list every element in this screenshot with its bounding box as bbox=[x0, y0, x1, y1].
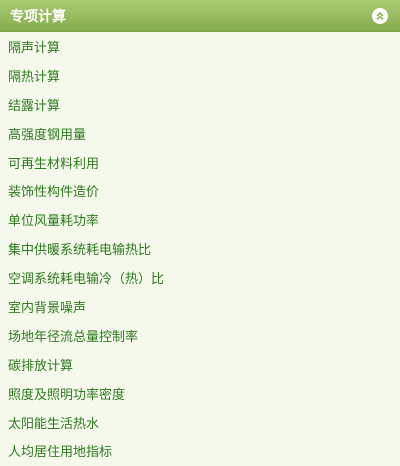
menu-item-label: 照度及照明功率密度 bbox=[8, 387, 126, 403]
menu-item-label: 室内背景噪声 bbox=[8, 300, 87, 316]
menu-item-solar-hot-water[interactable]: 太阳能生活热水 bbox=[0, 408, 400, 437]
menu-item-label: 结露计算 bbox=[8, 98, 61, 114]
menu-item-decorative-cost[interactable]: 装饰性构件造价 bbox=[0, 176, 400, 205]
menu-item-runoff-control[interactable]: 场地年径流总量控制率 bbox=[0, 321, 400, 350]
menu-item-lighting-density[interactable]: 照度及照明功率密度 bbox=[0, 379, 400, 408]
double-chevron-up-icon bbox=[376, 11, 384, 20]
menu-item-label: 场地年径流总量控制率 bbox=[8, 329, 139, 345]
menu-item-carbon-emission[interactable]: 碳排放计算 bbox=[0, 350, 400, 379]
menu-item-label: 人均居住用地指标 bbox=[8, 445, 113, 461]
special-calculation-panel: 专项计算 隔声计算 隔热计算 结露计算 高强度钢用量 可再生材料利用 装饰性构件… bbox=[0, 0, 400, 466]
panel-header: 专项计算 bbox=[0, 0, 400, 32]
menu-item-sound-insulation[interactable]: 隔声计算 bbox=[0, 32, 400, 61]
menu-item-label: 高强度钢用量 bbox=[8, 127, 87, 143]
menu-item-label: 碳排放计算 bbox=[8, 358, 74, 374]
menu-item-heating-ratio[interactable]: 集中供暖系统耗电输热比 bbox=[0, 234, 400, 263]
menu-item-fan-power[interactable]: 单位风量耗功率 bbox=[0, 205, 400, 234]
collapse-button[interactable] bbox=[372, 7, 388, 24]
menu-item-condensation[interactable]: 结露计算 bbox=[0, 90, 400, 119]
menu-item-label: 太阳能生活热水 bbox=[8, 416, 100, 432]
menu-item-label: 隔声计算 bbox=[8, 40, 61, 56]
menu-item-renewable-materials[interactable]: 可再生材料利用 bbox=[0, 148, 400, 177]
menu-item-label: 空调系统耗电输冷（热）比 bbox=[8, 272, 165, 288]
menu-item-label: 可再生材料利用 bbox=[8, 156, 100, 172]
menu-item-background-noise[interactable]: 室内背景噪声 bbox=[0, 292, 400, 321]
menu-item-residential-land[interactable]: 人均居住用地指标 bbox=[0, 436, 400, 465]
menu-item-label: 集中供暖系统耗电输热比 bbox=[8, 243, 152, 259]
panel-title: 专项计算 bbox=[10, 8, 66, 25]
menu-item-heat-insulation[interactable]: 隔热计算 bbox=[0, 61, 400, 90]
menu-item-label: 单位风量耗功率 bbox=[8, 214, 100, 230]
menu-item-ac-ratio[interactable]: 空调系统耗电输冷（热）比 bbox=[0, 263, 400, 292]
menu-item-label: 装饰性构件造价 bbox=[8, 185, 100, 201]
menu-item-label: 隔热计算 bbox=[8, 69, 61, 85]
calculation-menu-list: 隔声计算 隔热计算 结露计算 高强度钢用量 可再生材料利用 装饰性构件造价 单位… bbox=[0, 32, 400, 465]
menu-item-high-strength-steel[interactable]: 高强度钢用量 bbox=[0, 119, 400, 148]
